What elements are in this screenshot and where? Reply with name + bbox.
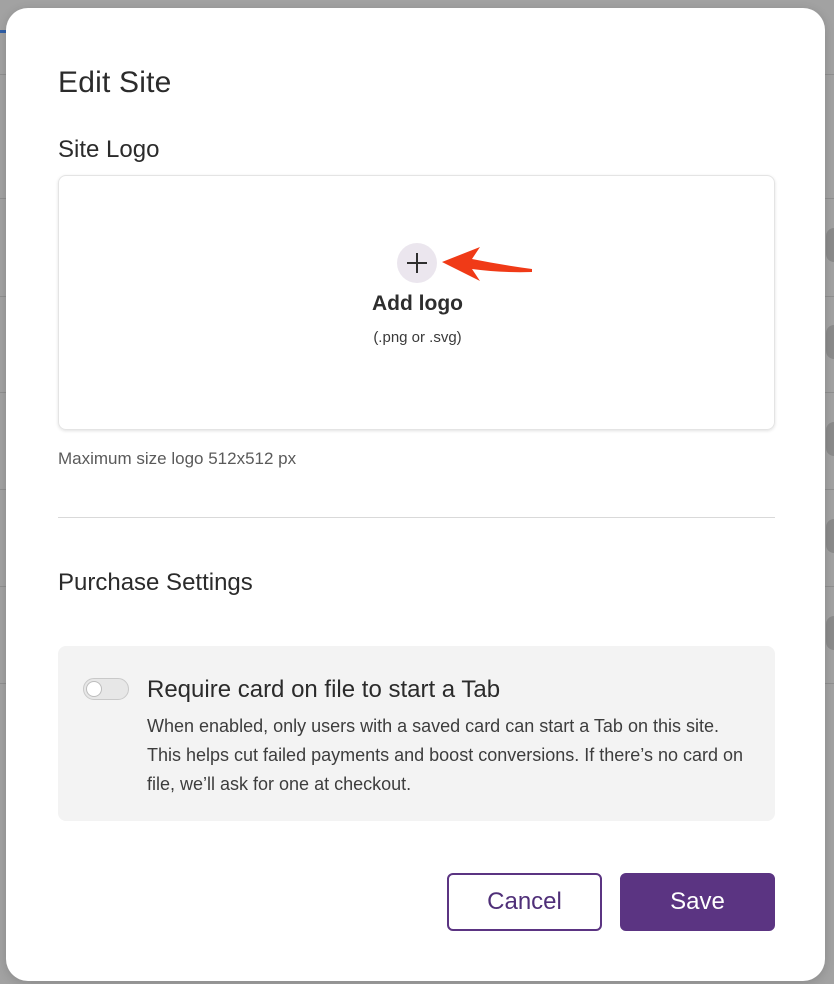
edit-site-modal: Edit Site Site Logo Add logo (.png or .s…: [6, 8, 825, 981]
background-control: [826, 616, 834, 650]
require-card-setting: Require card on file to start a Tab When…: [58, 646, 775, 821]
add-logo-button[interactable]: [397, 243, 437, 283]
logo-upload-dropzone[interactable]: Add logo (.png or .svg): [58, 175, 775, 430]
toggle-knob: [86, 681, 102, 697]
modal-title: Edit Site: [58, 66, 172, 99]
red-arrow-icon: [442, 247, 532, 281]
site-logo-heading: Site Logo: [58, 136, 160, 163]
logo-formats-label: (.png or .svg): [373, 329, 462, 346]
background-control: [826, 228, 834, 262]
plus-icon: [407, 253, 427, 273]
background-control: [826, 325, 834, 359]
require-card-title: Require card on file to start a Tab: [147, 676, 501, 703]
purchase-settings-heading: Purchase Settings: [58, 569, 253, 596]
section-divider: [58, 517, 775, 518]
background-control: [826, 422, 834, 456]
require-card-toggle[interactable]: [83, 678, 129, 700]
background-control: [826, 519, 834, 553]
logo-size-hint: Maximum size logo 512x512 px: [58, 449, 297, 468]
add-logo-label: Add logo: [372, 292, 463, 315]
require-card-description: When enabled, only users with a saved ca…: [147, 716, 744, 794]
save-button[interactable]: Save: [620, 873, 775, 931]
cancel-button[interactable]: Cancel: [447, 873, 602, 931]
